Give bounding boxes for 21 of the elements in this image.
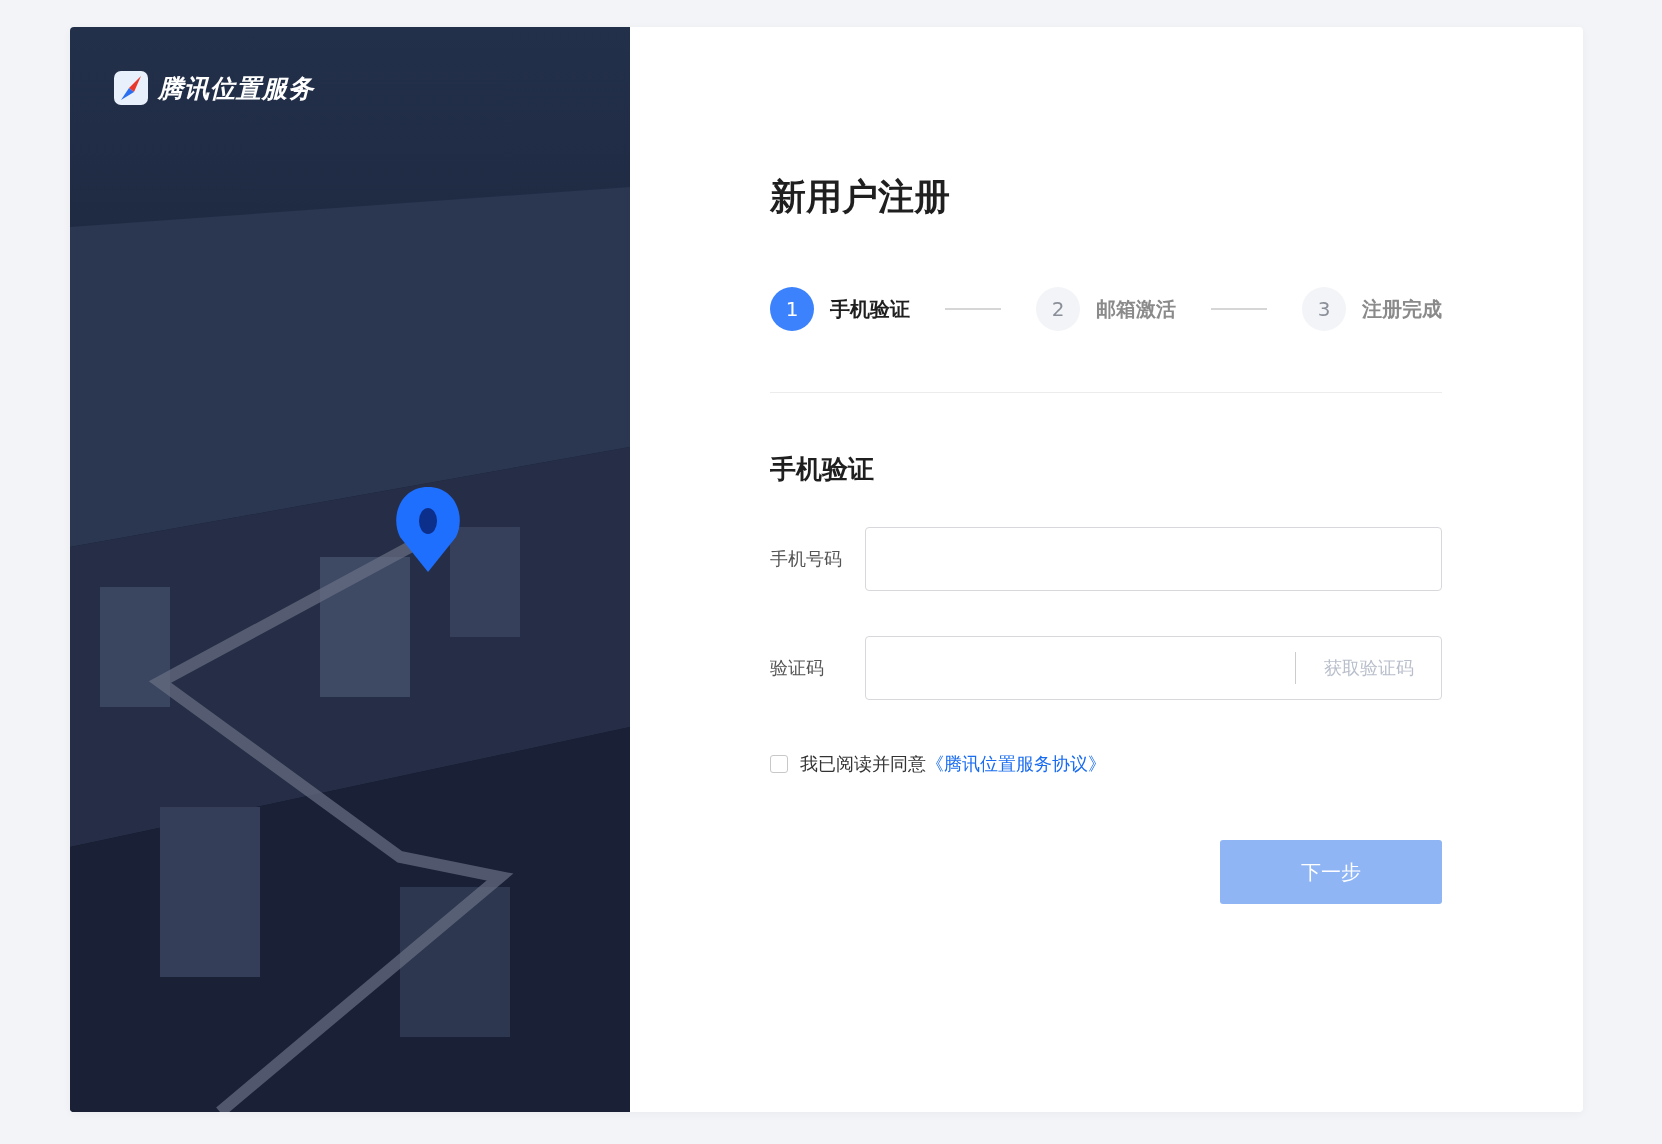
logo-text: 腾讯位置服务 xyxy=(158,72,314,105)
agreement-text: 我已阅读并同意 xyxy=(800,752,926,776)
step-number: 2 xyxy=(1036,287,1080,331)
code-field[interactable]: 获取验证码 xyxy=(865,636,1442,700)
step-tab[interactable]: 3 注册完成 xyxy=(1302,287,1442,331)
compass-icon xyxy=(114,71,148,105)
step-tab[interactable]: 1 手机验证 xyxy=(770,287,910,331)
phone-field[interactable] xyxy=(865,527,1442,591)
step-label: 手机验证 xyxy=(830,295,910,323)
agreement-checkbox[interactable] xyxy=(770,755,788,773)
step-number: 3 xyxy=(1302,287,1346,331)
step-tab[interactable]: 2 邮箱激活 xyxy=(1036,287,1176,331)
step-label: 注册完成 xyxy=(1362,295,1442,323)
field-label: 验证码 xyxy=(770,656,825,680)
step-label: 邮箱激活 xyxy=(1096,295,1176,323)
section-title: 手机验证 xyxy=(770,453,875,486)
page-title: 新用户注册 xyxy=(770,175,951,219)
agreement-link[interactable]: 《腾讯位置服务协议》 xyxy=(926,752,1106,776)
field-label: 手机号码 xyxy=(770,547,843,571)
get-code-link[interactable]: 获取验证码 xyxy=(1296,656,1441,680)
step-number: 1 xyxy=(770,287,814,331)
